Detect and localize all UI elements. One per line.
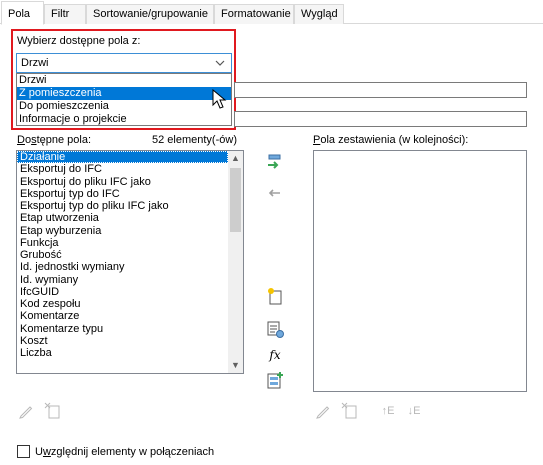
chevron-down-icon[interactable] [215,55,225,74]
dropdown-option[interactable]: Informacje o projekcie [17,113,231,126]
move-down-icon[interactable]: ↓E [405,402,423,420]
pencil-icon[interactable] [17,402,35,420]
move-up-icon[interactable]: ↑E [379,402,397,420]
schedule-fields-label: Pola zestawienia (w kolejności): [313,134,469,146]
list-item[interactable]: Eksportuj typ do IFC [17,188,243,200]
list-item[interactable]: Funkcja [17,237,243,249]
arrow-left-icon [268,189,280,197]
formula-icon[interactable]: fx [266,346,284,364]
list-item[interactable]: Grubość [17,249,243,261]
new-parameter-icon [268,288,282,305]
scrollbar[interactable]: ▲ ▼ [228,151,243,373]
include-linked-label: Uwzględnij elementy w połączeniach [35,446,215,458]
list-item[interactable]: IfcGUID [17,286,243,298]
calculated-value-icon [267,321,284,338]
available-fields-count: 52 elementy(-ów) [152,134,237,146]
dropdown-option[interactable]: Drzwi [17,74,231,87]
tab-pola[interactable]: Pola [1,1,44,25]
remove-parameter-button[interactable] [265,184,283,202]
tab-formatowanie[interactable]: Formatowanie [214,4,294,24]
delete-parameter-icon[interactable] [341,402,359,420]
tab-filtr[interactable]: Filtr [44,4,86,24]
list-item[interactable]: Eksportuj typ do pliku IFC jako [17,200,243,212]
list-item[interactable]: Id. wymiany [17,274,243,286]
select-from-dropdown: Drzwi Z pomieszczenia Do pomieszczenia I… [16,73,232,126]
list-item[interactable]: Koszt [17,335,243,347]
list-item[interactable]: Działanie [17,151,228,164]
list-item[interactable]: Id. jednostki wymiany [17,261,243,273]
select-from-label: Wybierz dostępne pola z: [17,35,141,47]
tab-label: Formatowanie [221,8,291,20]
new-parameter-button[interactable] [266,287,284,305]
list-item[interactable]: Kod zespołu [17,298,243,310]
add-parameter-button[interactable] [265,153,283,171]
tab-label: Sortowanie/grupowanie [93,8,208,20]
list-item[interactable]: Eksportuj do IFC [17,163,243,175]
dropdown-option[interactable]: Z pomieszczenia [17,87,231,100]
list-item[interactable]: Etap utworzenia [17,212,243,224]
select-from-combobox[interactable]: Drzwi [16,53,232,73]
mouse-cursor-icon [212,88,228,112]
available-fields-list[interactable]: Działanie Eksportuj do IFC Eksportuj do pl… [16,150,244,374]
arrow-right-icon [268,154,281,169]
list-items: Działanie Eksportuj do IFC Eksportuj do pl… [17,151,243,359]
calculated-value-button[interactable] [266,320,284,338]
scroll-down-icon[interactable]: ▼ [228,358,243,373]
list-item[interactable]: Liczba [17,347,243,359]
dropdown-option[interactable]: Do pomieszczenia [17,100,231,113]
include-linked-checkbox[interactable] [17,445,30,458]
tab-sortowanie[interactable]: Sortowanie/grupowanie [86,4,214,24]
combine-parameters-icon [267,372,283,389]
tab-label: Filtr [51,8,70,20]
combine-parameters-button[interactable] [266,371,284,389]
delete-parameter-icon[interactable] [44,402,62,420]
parameter-field-2[interactable] [234,111,527,127]
tab-wyglad[interactable]: Wygląd [294,4,344,24]
parameter-field-1[interactable] [234,82,527,98]
list-item[interactable]: Komentarze typu [17,323,243,335]
available-fields-label: Dostępne pola: [17,134,92,146]
schedule-fields-list[interactable] [313,150,527,392]
tab-bar: Pola Filtr Sortowanie/grupowanie Formato… [0,0,543,25]
tab-label: Pola [8,8,31,20]
scroll-thumb[interactable] [230,168,241,232]
combobox-value: Drzwi [21,57,49,69]
list-item[interactable]: Eksportuj do pliku IFC jako [17,176,243,188]
list-item[interactable]: Komentarze [17,310,243,322]
pencil-icon[interactable] [314,402,332,420]
scroll-up-icon[interactable]: ▲ [228,151,243,166]
list-item[interactable]: Etap wyburzenia [17,225,243,237]
tab-label: Wygląd [301,8,338,20]
